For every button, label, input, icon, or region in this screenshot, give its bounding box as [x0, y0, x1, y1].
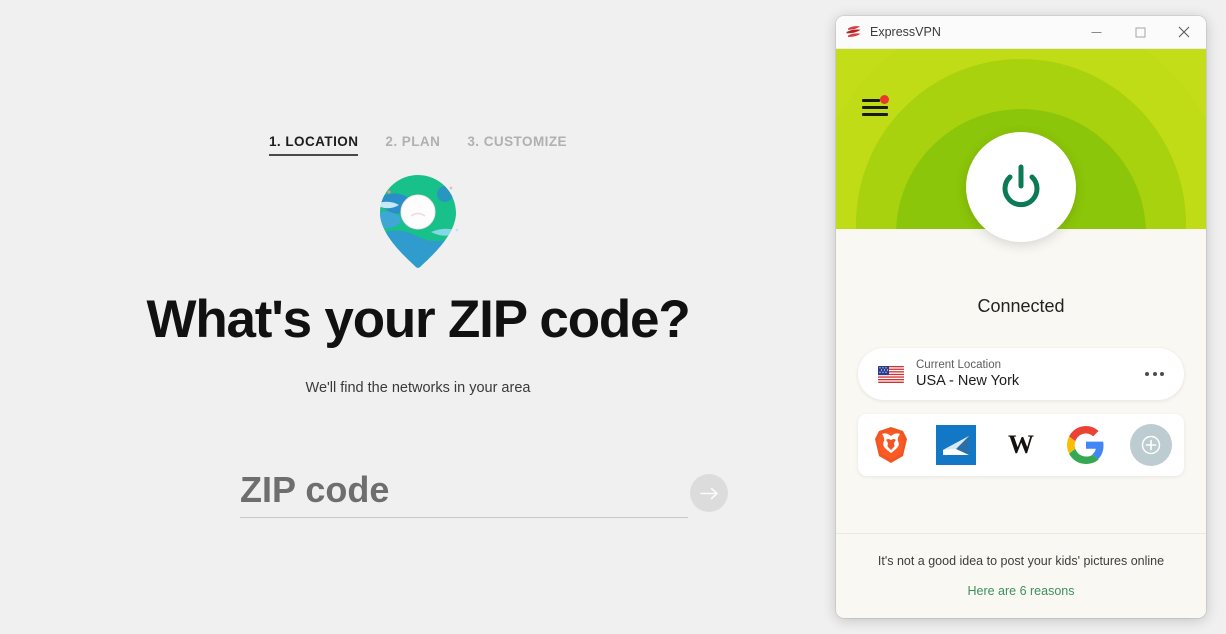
signup-page: 1. LOCATION 2. PLAN 3. CUSTOMIZE What's …	[0, 0, 836, 634]
step-tabs: 1. LOCATION 2. PLAN 3. CUSTOMIZE	[0, 134, 836, 156]
arrow-right-icon	[699, 487, 718, 499]
svg-text:W: W	[1008, 430, 1034, 459]
location-pin-wrapper	[0, 172, 836, 270]
shortcut-add-button[interactable]	[1130, 424, 1173, 466]
tab-customize[interactable]: 3. CUSTOMIZE	[467, 134, 567, 154]
shortcut-wikipedia[interactable]: W	[1000, 424, 1042, 466]
vpn-titlebar: ExpressVPN	[836, 16, 1206, 49]
zip-code-input[interactable]	[240, 466, 688, 518]
notification-dot	[880, 95, 889, 104]
location-label: Current Location	[916, 359, 1002, 371]
minimize-icon	[1091, 31, 1101, 33]
page-subtitle: We'll find the networks in your area	[305, 380, 531, 396]
hamburger-menu-icon[interactable]	[862, 95, 889, 117]
power-icon	[1002, 164, 1040, 208]
zip-field-row	[240, 466, 728, 526]
vpn-title-label: ExpressVPN	[870, 25, 941, 39]
footer-link[interactable]: Here are 6 reasons	[967, 584, 1074, 598]
location-pin-globe-icon	[380, 175, 459, 268]
current-location-card[interactable]: Current Location USA - New York	[858, 348, 1184, 400]
tab-location[interactable]: 1. LOCATION	[268, 134, 359, 156]
usa-flag-icon	[878, 365, 904, 383]
maximize-icon	[1135, 27, 1145, 37]
expressvpn-window: ExpressVPN Connected Current Location US…	[836, 16, 1206, 618]
zip-submit-button[interactable]	[690, 474, 728, 512]
shortcut-mail-app[interactable]	[935, 424, 977, 466]
close-icon	[1178, 26, 1190, 38]
wikipedia-icon: W	[1008, 430, 1034, 459]
connection-status: Connected	[977, 296, 1065, 316]
footer-tip-text: It's not a good idea to post your kids' …	[877, 554, 1165, 568]
window-controls	[1074, 16, 1206, 48]
expressvpn-logo-icon	[846, 26, 861, 37]
maximize-button[interactable]	[1118, 16, 1162, 48]
mail-app-icon	[935, 425, 976, 465]
power-toggle-button[interactable]	[966, 132, 1076, 242]
location-value: USA - New York	[916, 373, 1020, 389]
page-title: What's your ZIP code?	[146, 290, 691, 349]
power-button-wrapper	[836, 132, 1206, 242]
shortcuts-bar: W	[858, 414, 1184, 476]
tab-plan[interactable]: 2. PLAN	[385, 134, 440, 154]
shortcut-google[interactable]	[1065, 424, 1107, 466]
more-options-icon[interactable]	[1145, 372, 1164, 376]
minimize-button[interactable]	[1074, 16, 1118, 48]
brave-browser-icon	[874, 427, 907, 463]
add-shortcut-icon	[1130, 424, 1173, 466]
google-icon	[1067, 426, 1104, 464]
location-texts: Current Location USA - New York	[916, 358, 1145, 390]
vpn-footer: It's not a good idea to post your kids' …	[836, 533, 1206, 618]
close-button[interactable]	[1162, 16, 1206, 48]
shortcut-brave-browser[interactable]	[870, 424, 912, 466]
